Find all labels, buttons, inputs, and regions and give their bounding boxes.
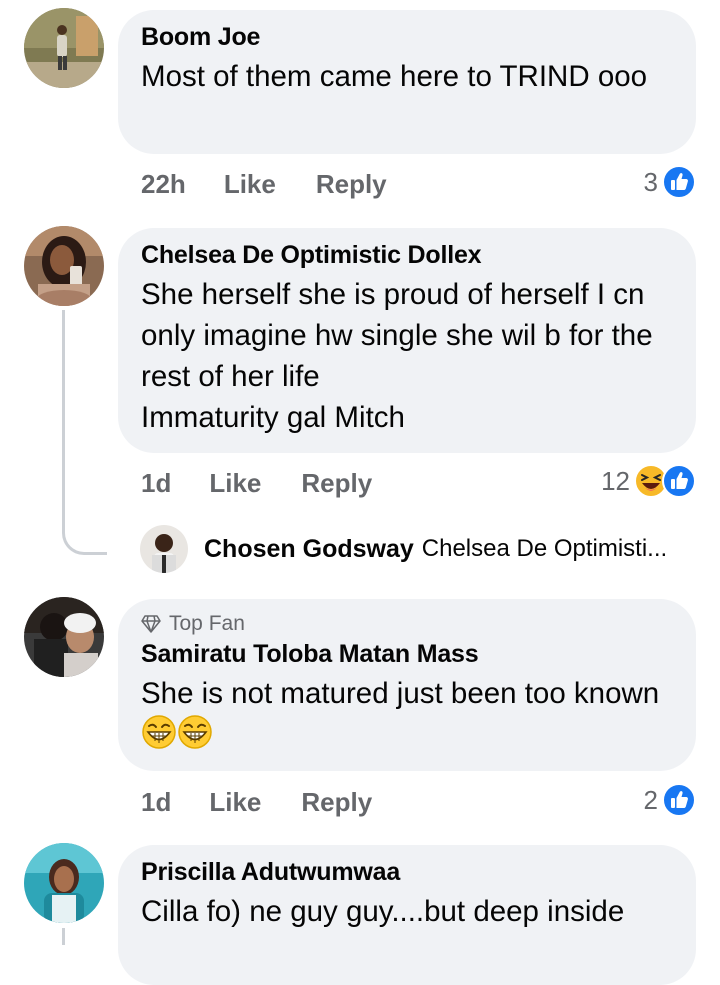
like-icon bbox=[662, 783, 696, 817]
avatar-samiratu[interactable] bbox=[24, 597, 104, 677]
reaction-count: 2 bbox=[643, 784, 658, 815]
diamond-icon bbox=[141, 615, 161, 633]
avatar-priscilla[interactable] bbox=[24, 843, 104, 923]
top-fan-label: Top Fan bbox=[169, 612, 245, 635]
comment-author[interactable]: Priscilla Adutwumwaa bbox=[141, 857, 672, 887]
avatar-boom-joe[interactable] bbox=[24, 8, 104, 88]
avatar-chosen-godsway[interactable] bbox=[140, 525, 188, 573]
comment-text: Most of them came here to TRIND ooo bbox=[141, 60, 648, 93]
reaction-summary[interactable]: 3 bbox=[644, 162, 696, 202]
reaction-count: 3 bbox=[643, 166, 658, 197]
comment-text: Cilla fo) ne guy guy....but deep inside bbox=[141, 895, 625, 928]
thread-line bbox=[62, 928, 65, 945]
comment-actions: 1d Like Reply bbox=[141, 782, 372, 822]
like-button[interactable]: Like bbox=[209, 468, 261, 499]
thread-line bbox=[62, 310, 65, 525]
comment-bubble: Chelsea De Optimistic Dollex She herself… bbox=[118, 228, 696, 453]
reply-preview-row[interactable]: Chosen Godsway Chelsea De Optimisti... bbox=[140, 524, 667, 574]
like-button[interactable]: Like bbox=[209, 787, 261, 818]
reaction-summary[interactable]: 12 bbox=[601, 461, 696, 501]
comment-bubble: Top Fan Samiratu Toloba Matan Mass She i… bbox=[118, 599, 696, 771]
comment-time[interactable]: 22h bbox=[141, 169, 186, 200]
comment-bubble: Priscilla Adutwumwaa Cilla fo) ne guy gu… bbox=[118, 845, 696, 985]
comment-time[interactable]: 1d bbox=[141, 787, 171, 818]
reply-author[interactable]: Chosen Godsway bbox=[204, 535, 414, 564]
comment-text-content: She is not matured just been too known bbox=[141, 677, 660, 710]
like-icon bbox=[662, 464, 696, 498]
reply-button[interactable]: Reply bbox=[316, 169, 387, 200]
top-fan-badge: Top Fan bbox=[141, 611, 672, 637]
grinning-squinting-face-icon bbox=[141, 714, 177, 750]
like-icon bbox=[662, 165, 696, 199]
comment-author[interactable]: Boom Joe bbox=[141, 22, 672, 52]
comment-author[interactable]: Chelsea De Optimistic Dollex bbox=[141, 240, 672, 270]
like-button[interactable]: Like bbox=[224, 169, 276, 200]
reply-button[interactable]: Reply bbox=[301, 468, 372, 499]
avatar-chelsea[interactable] bbox=[24, 226, 104, 306]
grinning-squinting-face-icon bbox=[177, 714, 213, 750]
thread-connector bbox=[62, 524, 107, 555]
comment-text: She herself she is proud of herself I cn… bbox=[141, 278, 653, 434]
reply-preview-text: Chelsea De Optimisti... bbox=[421, 535, 668, 562]
comment-actions: 22h Like Reply bbox=[141, 164, 387, 204]
reaction-summary[interactable]: 2 bbox=[644, 780, 696, 820]
comment-author[interactable]: Samiratu Toloba Matan Mass bbox=[141, 639, 672, 669]
comment-bubble: Boom Joe Most of them came here to TRIND… bbox=[118, 10, 696, 154]
comment-text: She is not matured just been too known bbox=[141, 673, 672, 755]
reply-button[interactable]: Reply bbox=[301, 787, 372, 818]
reaction-count: 12 bbox=[601, 465, 630, 496]
comment-actions: 1d Like Reply bbox=[141, 463, 372, 503]
comment-time[interactable]: 1d bbox=[141, 468, 171, 499]
